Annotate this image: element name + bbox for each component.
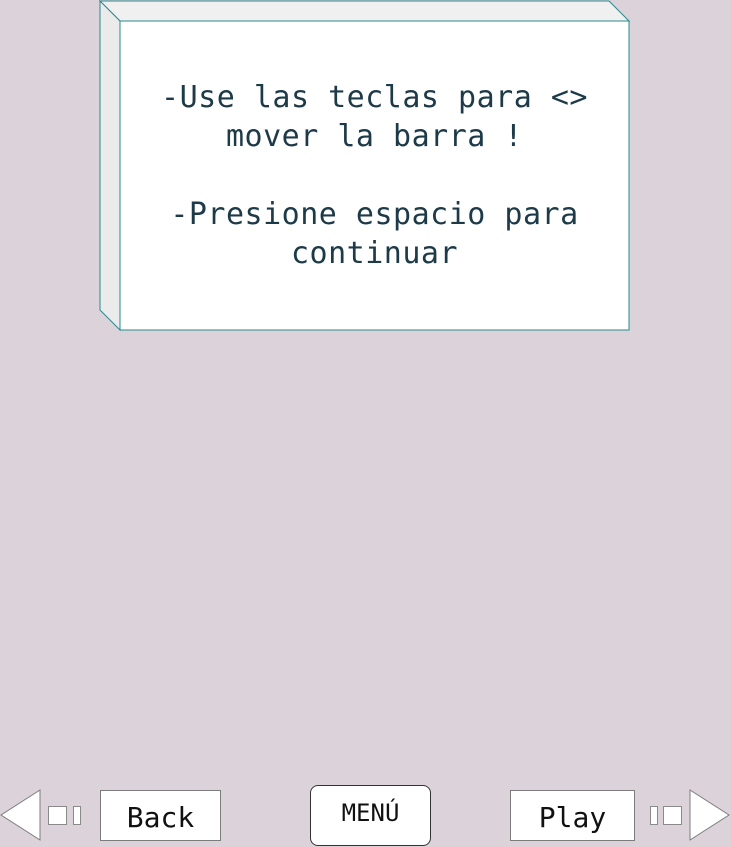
- square-icon: [663, 806, 682, 825]
- back-button[interactable]: Back: [100, 790, 221, 841]
- instruction-keys: -Use las teclas para <> mover la barra !: [161, 80, 588, 154]
- arrow-left-icon[interactable]: [0, 789, 42, 841]
- bar-icon: [650, 806, 658, 825]
- instruction-text: -Use las teclas para <> mover la barra !…: [120, 21, 629, 330]
- square-icon: [48, 806, 67, 825]
- play-button[interactable]: Play: [510, 790, 635, 841]
- bar-icon: [73, 806, 81, 825]
- menu-button[interactable]: MENÚ: [310, 785, 431, 846]
- arrow-right-icon[interactable]: [689, 789, 731, 841]
- instruction-continue: -Presione espacio para continuar: [170, 197, 579, 271]
